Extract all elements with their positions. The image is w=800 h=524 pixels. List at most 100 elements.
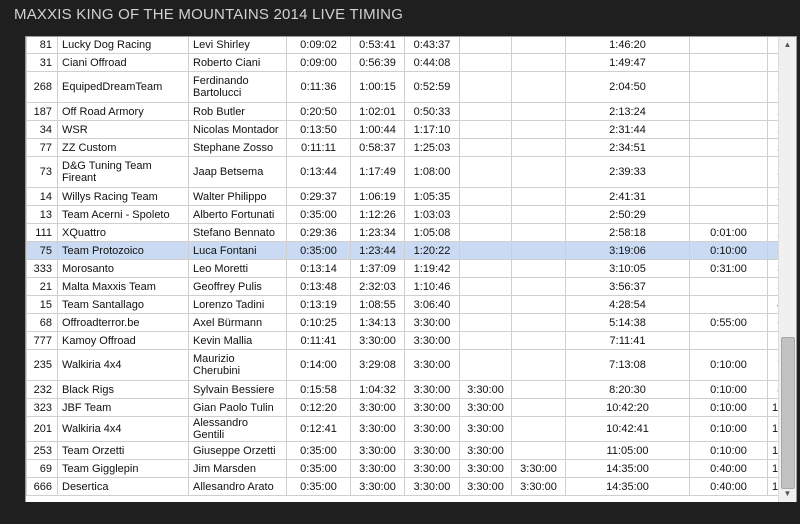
team-name-cell: Walkiria 4x4	[57, 416, 189, 442]
stage1-time-cell: 0:11:36	[286, 71, 351, 103]
bottom-background	[0, 502, 800, 524]
stage3-time-cell: 1:10:46	[404, 277, 460, 296]
total-time-cell: 14:35:00	[565, 477, 690, 496]
total-time-cell: 3:19:06	[565, 241, 690, 260]
table-row[interactable]: 34 WSR Nicolas Montador 0:13:50 1:00:44 1:17:…	[26, 120, 796, 139]
car-number-cell: 13	[26, 205, 58, 224]
stage1-time-cell: 0:09:00	[286, 53, 351, 72]
stage4-time-cell	[459, 37, 512, 54]
stage3-time-cell: 3:30:00	[404, 441, 460, 460]
total-time-cell: 4:28:54	[565, 295, 690, 314]
table-row[interactable]: 111 XQuattro Stefano Bennato 0:29:36 1:23:34…	[26, 223, 796, 242]
stage2-time-cell: 0:53:41	[350, 37, 405, 54]
stage1-time-cell: 0:12:41	[286, 416, 351, 442]
table-row[interactable]: 187 Off Road Armory Rob Butler 0:20:50 1:02:…	[26, 102, 796, 121]
stage2-time-cell: 1:08:55	[350, 295, 405, 314]
stage1-time-cell: 0:35:00	[286, 459, 351, 478]
penalty-time-cell: 0:10:00	[689, 416, 768, 442]
driver-name-cell: Allesandro Arato	[188, 477, 287, 496]
table-row[interactable]: 232 Black Rigs Sylvain Bessiere 0:15:58 1:04…	[26, 380, 796, 399]
car-number-cell: 31	[26, 53, 58, 72]
table-row[interactable]: 14 Willys Racing Team Walter Philippo 0:29:…	[26, 187, 796, 206]
stage5-time-cell	[511, 102, 566, 121]
stage5-time-cell	[511, 259, 566, 278]
total-time-cell: 2:04:50	[565, 71, 690, 103]
stage5-time-cell	[511, 138, 566, 157]
stage1-time-cell: 0:35:00	[286, 477, 351, 496]
stage1-time-cell: 0:11:11	[286, 138, 351, 157]
table-row[interactable]: 15 Team Santallago Lorenzo Tadini 0:13:19 1:…	[26, 295, 796, 314]
stage4-time-cell	[459, 241, 512, 260]
table-row[interactable]: 333 Morosanto Leo Moretti 0:13:14 1:37:09 1:1…	[26, 259, 796, 278]
table-row[interactable]: 666 Desertica Allesandro Arato 0:35:00 3:30:…	[26, 477, 796, 496]
team-name-cell: Lucky Dog Racing	[57, 37, 189, 54]
car-number-cell: 34	[26, 120, 58, 139]
team-name-cell: Black Rigs	[57, 380, 189, 399]
stage5-time-cell	[511, 416, 566, 442]
table-row[interactable]: 81 Lucky Dog Racing Levi Shirley 0:09:02 0:5…	[26, 37, 796, 54]
stage5-time-cell	[511, 241, 566, 260]
penalty-time-cell	[689, 205, 768, 224]
table-row[interactable]: 253 Team Orzetti Giuseppe Orzetti 0:35:00 3:…	[26, 441, 796, 460]
table-row[interactable]: 323 JBF Team Gian Paolo Tulin 0:12:20 3:30:0…	[26, 398, 796, 417]
team-name-cell: ZZ Custom	[57, 138, 189, 157]
table-row[interactable]: 21 Malta Maxxis Team Geoffrey Pulis 0:13:48…	[26, 277, 796, 296]
table-row[interactable]: 235 Walkiria 4x4 Maurizio Cherubini 0:14:00…	[26, 349, 796, 381]
total-time-cell: 10:42:20	[565, 398, 690, 417]
stage3-time-cell: 1:05:08	[404, 223, 460, 242]
stage2-time-cell: 1:00:15	[350, 71, 405, 103]
stage3-time-cell: 0:44:08	[404, 53, 460, 72]
stage4-time-cell: 3:30:00	[459, 416, 512, 442]
stage2-time-cell: 3:30:00	[350, 331, 405, 350]
stage5-time-cell	[511, 331, 566, 350]
stage2-time-cell: 3:30:00	[350, 398, 405, 417]
driver-name-cell: Gian Paolo Tulin	[188, 398, 287, 417]
table-row[interactable]: 77 ZZ Custom Stephane Zosso 0:11:11 0:58:37 1…	[26, 138, 796, 157]
penalty-time-cell: 0:10:00	[689, 241, 768, 260]
table-row[interactable]: 69 Team Gigglepin Jim Marsden 0:35:00 3:30:0…	[26, 459, 796, 478]
scrollbar-thumb[interactable]	[781, 337, 795, 489]
stage1-time-cell: 0:35:00	[286, 441, 351, 460]
total-time-cell: 10:42:41	[565, 416, 690, 442]
penalty-time-cell	[689, 120, 768, 139]
stage5-time-cell	[511, 37, 566, 54]
stage1-time-cell: 0:29:36	[286, 223, 351, 242]
table-row[interactable]: 31 Ciani Offroad Roberto Ciani 0:09:00 0:56:…	[26, 53, 796, 72]
penalty-time-cell: 0:10:00	[689, 349, 768, 381]
driver-name-cell: Maurizio Cherubini	[188, 349, 287, 381]
stage2-time-cell: 2:32:03	[350, 277, 405, 296]
stage2-time-cell: 1:06:19	[350, 187, 405, 206]
scroll-down-arrow-icon[interactable]: ▼	[780, 486, 795, 502]
table-row[interactable]: 777 Kamoy Offroad Kevin Mallia 0:11:41 3:30:…	[26, 331, 796, 350]
team-name-cell: Team Acerni - Spoleto	[57, 205, 189, 224]
stage2-time-cell: 1:02:01	[350, 102, 405, 121]
stage1-time-cell: 0:13:48	[286, 277, 351, 296]
driver-name-cell: Rob Butler	[188, 102, 287, 121]
stage2-time-cell: 1:04:32	[350, 380, 405, 399]
vertical-scrollbar[interactable]: ▲ ▼	[778, 37, 796, 502]
team-name-cell: Desertica	[57, 477, 189, 496]
stage1-time-cell: 0:13:50	[286, 120, 351, 139]
table-row[interactable]: 268 EquipedDreamTeam Ferdinando Bartolucci…	[26, 71, 796, 103]
stage4-time-cell	[459, 349, 512, 381]
scroll-up-arrow-icon[interactable]: ▲	[780, 37, 795, 53]
table-row[interactable]: 201 Walkiria 4x4 Alessandro Gentili 0:12:41…	[26, 416, 796, 442]
stage2-time-cell: 3:30:00	[350, 416, 405, 442]
table-row[interactable]: 75 Team Protozoico Luca Fontani 0:35:00 1:23…	[26, 241, 796, 260]
timing-panel[interactable]: 81 Lucky Dog Racing Levi Shirley 0:09:02 0:5…	[25, 36, 797, 503]
stage2-time-cell: 1:17:49	[350, 156, 405, 188]
stage4-time-cell	[459, 102, 512, 121]
stage3-time-cell: 3:30:00	[404, 416, 460, 442]
stage5-time-cell	[511, 295, 566, 314]
table-row[interactable]: 13 Team Acerni - Spoleto Alberto Fortunati…	[26, 205, 796, 224]
car-number-cell: 69	[26, 459, 58, 478]
car-number-cell: 333	[26, 259, 58, 278]
table-row[interactable]: 68 Offroadterror.be Axel Bürmann 0:10:25 1:3…	[26, 313, 796, 332]
driver-name-cell: Ferdinando Bartolucci	[188, 71, 287, 103]
driver-name-cell: Kevin Mallia	[188, 331, 287, 350]
stage4-time-cell: 3:30:00	[459, 398, 512, 417]
total-time-cell: 2:58:18	[565, 223, 690, 242]
stage3-time-cell: 3:30:00	[404, 477, 460, 496]
stage4-time-cell: 3:30:00	[459, 441, 512, 460]
table-row[interactable]: 73 D&G Tuning Team Fireant Jaap Betsema 0:1…	[26, 156, 796, 188]
